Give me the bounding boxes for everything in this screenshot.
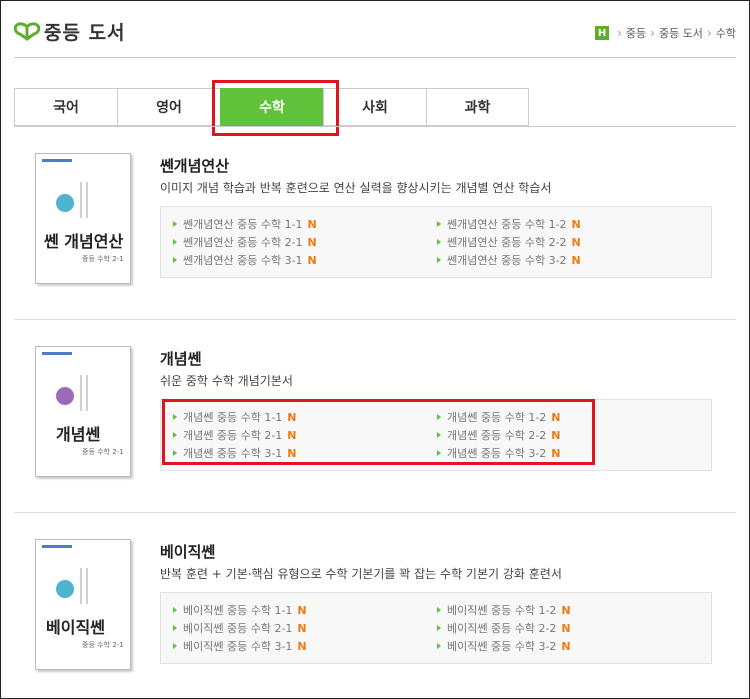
tab-korean[interactable]: 국어 <box>14 88 117 126</box>
breadcrumb-item[interactable]: 중등 <box>626 25 646 41</box>
new-badge: N <box>571 235 581 249</box>
book-link[interactable]: 쎈개념연산 중등 수학 3-1 N <box>173 252 317 268</box>
new-badge: N <box>571 217 581 231</box>
new-badge: N <box>561 639 571 653</box>
cover-title: 베이직쎈 <box>46 618 105 637</box>
cover-title: 개념쎈 <box>56 425 101 444</box>
bullet-icon <box>437 239 441 245</box>
book-link[interactable]: 베이직쎈 중등 수학 3-2 N <box>437 638 571 654</box>
book-title[interactable]: 쎈개념연산 <box>160 155 229 176</box>
new-badge: N <box>307 235 317 249</box>
new-badge: N <box>561 621 571 635</box>
book-title[interactable]: 개념쎈 <box>160 348 201 369</box>
bullet-icon <box>173 607 177 613</box>
cover-subtitle: 중등 수학 2-1 <box>82 641 124 649</box>
home-icon[interactable]: H <box>595 26 610 40</box>
bullet-icon <box>173 257 177 263</box>
book-cover[interactable]: 쎈 개념연산 중등 수학 2-1 <box>35 153 131 284</box>
breadcrumb: H › 중등 › 중등 도서 › 수학 <box>595 25 736 41</box>
book-link[interactable]: 베이직쎈 중등 수학 3-1 N <box>173 638 307 654</box>
book-section: 베이직쎈 중등 수학 2-1 베이직쎈 반복 훈련 + 기본·핵심 유형으로 수… <box>14 513 736 699</box>
book-link[interactable]: 베이직쎈 중등 수학 2-1 N <box>173 620 307 636</box>
chevron-right-icon: › <box>706 26 712 40</box>
book-cover[interactable]: 개념쎈 중등 수학 2-1 <box>35 346 131 477</box>
chevron-right-icon: › <box>650 26 655 40</box>
book-logo-icon <box>14 21 40 41</box>
bullet-icon <box>173 643 177 649</box>
book-link-box: 베이직쎈 중등 수학 1-1 N 베이직쎈 중등 수학 1-2 N 베이직쎈 중등 … <box>160 592 712 664</box>
cover-subtitle: 중등 수학 2-1 <box>82 448 124 456</box>
book-link-box: 쎈개념연산 중등 수학 1-1 N 쎈개념연산 중등 수학 1-2 N 쎈개념연산 … <box>160 206 712 278</box>
book-link[interactable]: 쎈개념연산 중등 수학 3-2 N <box>437 252 581 268</box>
bullet-icon <box>437 643 441 649</box>
bullet-icon <box>437 221 441 227</box>
bullet-icon <box>173 239 177 245</box>
book-cover[interactable]: 베이직쎈 중등 수학 2-1 <box>35 539 131 670</box>
logo-text: 중등 도서 <box>44 22 126 44</box>
logo[interactable]: 중등 도서 <box>14 18 126 45</box>
book-title[interactable]: 베이직쎈 <box>160 541 215 562</box>
bullet-icon <box>173 625 177 631</box>
bullet-icon <box>437 607 441 613</box>
header-divider <box>14 57 736 58</box>
cover-subtitle: 중등 수학 2-1 <box>82 255 124 263</box>
new-badge: N <box>571 253 581 267</box>
breadcrumb-item-current: 수학 <box>715 27 736 40</box>
book-description: 반복 훈련 + 기본·핵심 유형으로 수학 기본기를 꽉 잡는 수학 기본기 강… <box>160 567 562 581</box>
breadcrumb-item[interactable]: 중등 도서 <box>659 25 703 41</box>
bullet-icon <box>437 625 441 631</box>
book-link[interactable]: 쎈개념연산 중등 수학 1-2 N <box>437 216 581 232</box>
book-link[interactable]: 쎈개념연산 중등 수학 1-1 N <box>173 216 317 232</box>
book-description: 쉬운 중학 수학 개념기본서 <box>160 374 293 388</box>
new-badge: N <box>561 603 571 617</box>
tab-science[interactable]: 과학 <box>426 88 529 126</box>
book-link[interactable]: 쎈개념연산 중등 수학 2-1 N <box>173 234 317 250</box>
book-link[interactable]: 쎈개념연산 중등 수학 2-2 N <box>437 234 581 250</box>
links-highlight-box <box>162 399 595 465</box>
book-link[interactable]: 베이직쎈 중등 수학 1-1 N <box>173 602 307 618</box>
book-link[interactable]: 베이직쎈 중등 수학 2-2 N <box>437 620 571 636</box>
book-link[interactable]: 베이직쎈 중등 수학 1-2 N <box>437 602 571 618</box>
new-badge: N <box>297 639 307 653</box>
book-description: 이미지 개념 학습과 반복 훈련으로 연산 실력을 향상시키는 개념별 연산 학… <box>160 181 552 195</box>
bullet-icon <box>173 221 177 227</box>
new-badge: N <box>297 603 307 617</box>
new-badge: N <box>297 621 307 635</box>
tab-english[interactable]: 영어 <box>117 88 220 126</box>
new-badge: N <box>307 253 317 267</box>
book-section: 쎈 개념연산 중등 수학 2-1 쎈개념연산 이미지 개념 학습과 반복 훈련으… <box>14 127 736 320</box>
chevron-right-icon: › <box>617 26 622 40</box>
new-badge: N <box>307 217 317 231</box>
bullet-icon <box>437 257 441 263</box>
cover-title: 쎈 개념연산 <box>44 232 124 251</box>
